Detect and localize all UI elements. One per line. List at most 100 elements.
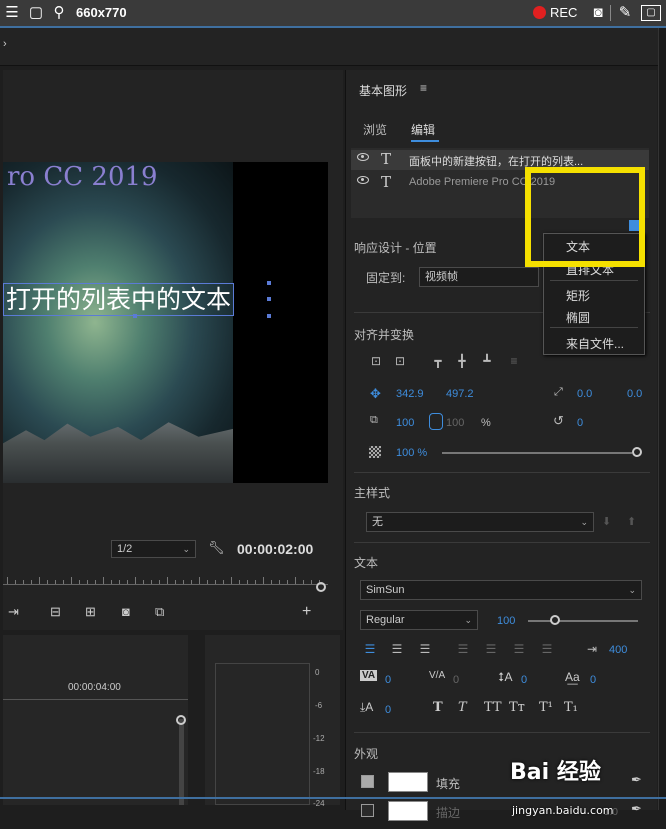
stroke-color-swatch[interactable] (388, 801, 428, 821)
sync-style-icon[interactable]: ⬆ (627, 515, 636, 528)
font-style-select[interactable]: Regular ⌄ (360, 610, 478, 630)
playhead-knob[interactable] (316, 582, 326, 592)
eye-icon[interactable] (357, 176, 369, 184)
font-size-slider-knob[interactable] (550, 615, 560, 625)
bbox-handle[interactable] (267, 314, 271, 318)
rotation-value[interactable]: 0 (577, 417, 583, 429)
appearance-label: 外观 (354, 747, 379, 761)
tracking-icon: V/A (429, 670, 446, 681)
justify-all-icon[interactable]: ☰ (539, 641, 555, 657)
leading-icon: ⤓A (360, 700, 374, 714)
scrollbar[interactable] (658, 28, 666, 810)
baidu-logo: Bai 经验 (510, 760, 601, 785)
menu-item-ellipse[interactable]: 椭圆 (566, 309, 590, 326)
small-caps-button[interactable]: Tт (509, 700, 525, 715)
video-text-layer[interactable]: 打开的列表中的文本 (3, 283, 235, 316)
menu-item-rectangle[interactable]: 矩形 (566, 287, 590, 304)
fullscreen-icon[interactable]: ▢ (641, 5, 661, 21)
align-bottom-icon[interactable]: ┻ (479, 353, 495, 369)
lift-icon[interactable]: ⊟ (50, 604, 61, 620)
position-icon: ✥ (370, 386, 381, 401)
align-right-icon[interactable]: ☰ (417, 641, 433, 657)
justify-left-icon[interactable]: ☰ (455, 641, 471, 657)
justify-right-icon[interactable]: ☰ (511, 641, 527, 657)
compare-icon[interactable]: ⧉ (155, 604, 164, 620)
opacity-slider-knob[interactable] (632, 447, 642, 457)
eye-icon[interactable] (357, 153, 369, 161)
ruler-tick (199, 577, 200, 584)
expand-chevron-icon[interactable]: › (3, 38, 7, 50)
timeline-scroll-knob[interactable] (176, 715, 186, 725)
position-y[interactable]: 497.2 (446, 388, 474, 400)
tracking-value[interactable]: 0 (453, 674, 459, 686)
menu-item-from-file[interactable]: 来自文件... (566, 335, 624, 352)
align-left-icon[interactable]: ☰ (362, 641, 378, 657)
tab-browse[interactable]: 浏览 (363, 121, 387, 138)
playhead-timecode[interactable]: 00:00:02:00 (237, 541, 313, 557)
wrench-icon[interactable]: 🔧︎ (208, 540, 225, 556)
subscript-button[interactable]: T₁ (564, 700, 578, 715)
fill-checkbox[interactable] (361, 775, 374, 788)
font-size-slider[interactable] (528, 620, 638, 622)
faux-italic-button[interactable]: T (458, 700, 467, 715)
ruler-tick (279, 580, 280, 584)
window-icon[interactable]: ▢ (27, 0, 45, 26)
top-toolbar: ☰ ▢ ⚲ 660x770 REC ◙ ✎ ▢ (0, 0, 666, 26)
text-layer-icon: T (381, 150, 392, 168)
panel-menu-icon[interactable]: ≡ (420, 81, 427, 95)
opacity-slider[interactable] (442, 452, 632, 454)
pin-to-label: 固定到: (366, 271, 406, 285)
font-select[interactable]: SimSun ⌄ (360, 580, 642, 600)
ruler-tick (23, 580, 24, 584)
tsume-value[interactable]: 0 (590, 674, 596, 686)
zoom-select[interactable]: 1/2 ⌄ (111, 540, 196, 558)
tab-edit[interactable]: 编辑 (411, 121, 435, 138)
align-top-icon[interactable]: ┳ (430, 353, 446, 369)
scale-value[interactable]: 100 (396, 417, 414, 429)
fill-color-swatch[interactable] (388, 772, 428, 792)
faux-bold-button[interactable]: T (433, 700, 443, 715)
push-style-icon[interactable]: ⬇ (602, 515, 611, 528)
camera-icon[interactable]: ◙ (588, 0, 608, 26)
scale-height[interactable]: 100 (446, 417, 464, 429)
position-x[interactable]: 342.9 (396, 388, 424, 400)
distribute-icon[interactable]: ≡ (506, 353, 522, 369)
ruler-tick (263, 577, 264, 584)
align-center-icon[interactable]: ☰ (389, 641, 405, 657)
link-scale-icon[interactable] (429, 413, 443, 430)
font-size-value[interactable]: 100 (497, 615, 515, 627)
bbox-handle[interactable] (267, 281, 271, 285)
align-horizontal-center-icon[interactable]: ⊡ (392, 353, 408, 369)
anchor-x[interactable]: 0.0 (577, 388, 592, 400)
all-caps-button[interactable]: TT (484, 700, 502, 715)
baseline-value[interactable]: 0 (521, 674, 527, 686)
kerning-value[interactable]: 0 (385, 674, 391, 686)
search-icon[interactable]: ⚲ (50, 0, 68, 26)
export-frame-icon[interactable]: ◙ (122, 604, 130, 619)
opacity-value[interactable]: 100 % (396, 447, 427, 459)
monitor-ruler[interactable] (3, 568, 328, 590)
add-button-icon[interactable]: + (302, 603, 311, 621)
bbox-handle[interactable] (267, 297, 271, 301)
stroke-checkbox[interactable] (361, 804, 374, 817)
align-vertical-center-icon[interactable]: ⊡ (368, 353, 384, 369)
pen-icon[interactable]: ✎ (616, 0, 634, 26)
pin-to-select[interactable]: 视频帧 (419, 267, 539, 287)
menu-icon[interactable]: ☰ (3, 0, 21, 26)
superscript-button[interactable]: T¹ (539, 700, 553, 715)
record-icon[interactable] (533, 6, 546, 19)
ruler-tick (15, 580, 16, 584)
step-in-icon[interactable]: ⇥ (8, 604, 19, 620)
leading-value[interactable]: 0 (385, 704, 391, 716)
extract-icon[interactable]: ⊞ (85, 604, 96, 620)
bbox-handle[interactable] (133, 314, 137, 318)
anchor-y[interactable]: 0.0 (627, 388, 642, 400)
align-middle-icon[interactable]: ╋ (454, 353, 470, 369)
ruler-tick (47, 580, 48, 584)
watermark-url: jingyan.baidu.com (512, 804, 614, 817)
rec-label[interactable]: REC (550, 5, 577, 20)
justify-center-icon[interactable]: ☰ (483, 641, 499, 657)
video-frame[interactable]: ro CC 2019 打开的列表中的文本 (3, 162, 328, 483)
master-style-select[interactable]: 无 ⌄ (366, 512, 594, 532)
tab-width-value[interactable]: 400 (609, 644, 627, 656)
